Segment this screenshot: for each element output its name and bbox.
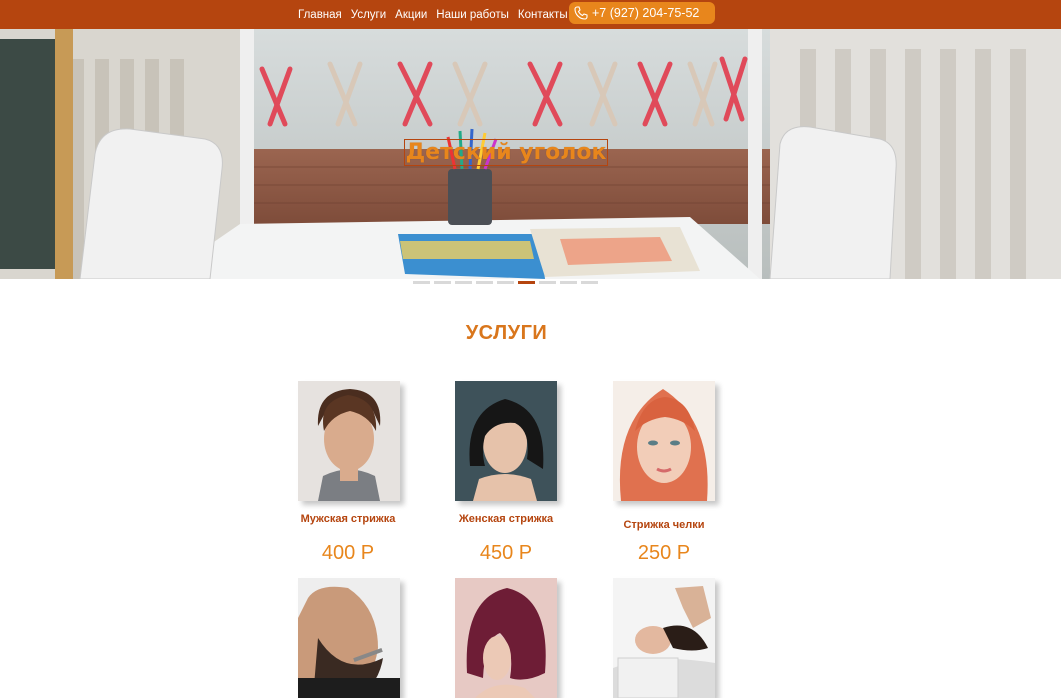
slider-dot[interactable] bbox=[455, 281, 472, 284]
nav-link-portfolio[interactable]: Наши работы bbox=[436, 9, 509, 21]
nav-link-contacts[interactable]: Контакты bbox=[518, 9, 568, 21]
service-price: 250 Р bbox=[637, 542, 691, 564]
phone-number[interactable]: +7 (927) 204-75-52 bbox=[592, 6, 699, 20]
service-price: 400 Р bbox=[321, 542, 375, 564]
service-photo[interactable] bbox=[613, 381, 715, 501]
slider-dot[interactable] bbox=[413, 281, 430, 284]
nav-link-promotions[interactable]: Акции bbox=[395, 9, 427, 21]
slider-dot-active[interactable] bbox=[518, 281, 535, 284]
slider-dot[interactable] bbox=[497, 281, 514, 284]
service-price: 450 Р bbox=[479, 542, 533, 564]
phone-icon bbox=[574, 6, 588, 20]
services-title: УСЛУГИ bbox=[465, 322, 548, 344]
top-navbar: Главная Услуги Акции Наши работы Контакт… bbox=[0, 0, 1061, 29]
hero-caption: Детский уголок bbox=[404, 139, 608, 166]
hero-slider: Детский уголок bbox=[0, 29, 1061, 279]
nav-link-home[interactable]: Главная bbox=[298, 9, 342, 21]
phone-button[interactable]: +7 (927) 204-75-52 bbox=[569, 2, 715, 24]
slider-dot[interactable] bbox=[476, 281, 493, 284]
service-name: Мужская стрижка bbox=[300, 513, 396, 525]
service-name: Стрижка челки bbox=[623, 519, 705, 531]
service-photo[interactable] bbox=[298, 381, 400, 501]
slider-dot[interactable] bbox=[539, 281, 556, 284]
service-name: Женская стрижка bbox=[458, 513, 554, 525]
service-photo[interactable] bbox=[298, 578, 400, 698]
slider-dot[interactable] bbox=[581, 281, 598, 284]
main-nav: Главная Услуги Акции Наши работы Контакт… bbox=[298, 0, 568, 29]
slider-pagination bbox=[413, 281, 598, 284]
service-photo[interactable] bbox=[455, 381, 557, 501]
slider-dot[interactable] bbox=[434, 281, 451, 284]
nav-link-services[interactable]: Услуги bbox=[351, 9, 386, 21]
slider-dot[interactable] bbox=[560, 281, 577, 284]
service-photo[interactable] bbox=[455, 578, 557, 698]
service-photo[interactable] bbox=[613, 578, 715, 698]
